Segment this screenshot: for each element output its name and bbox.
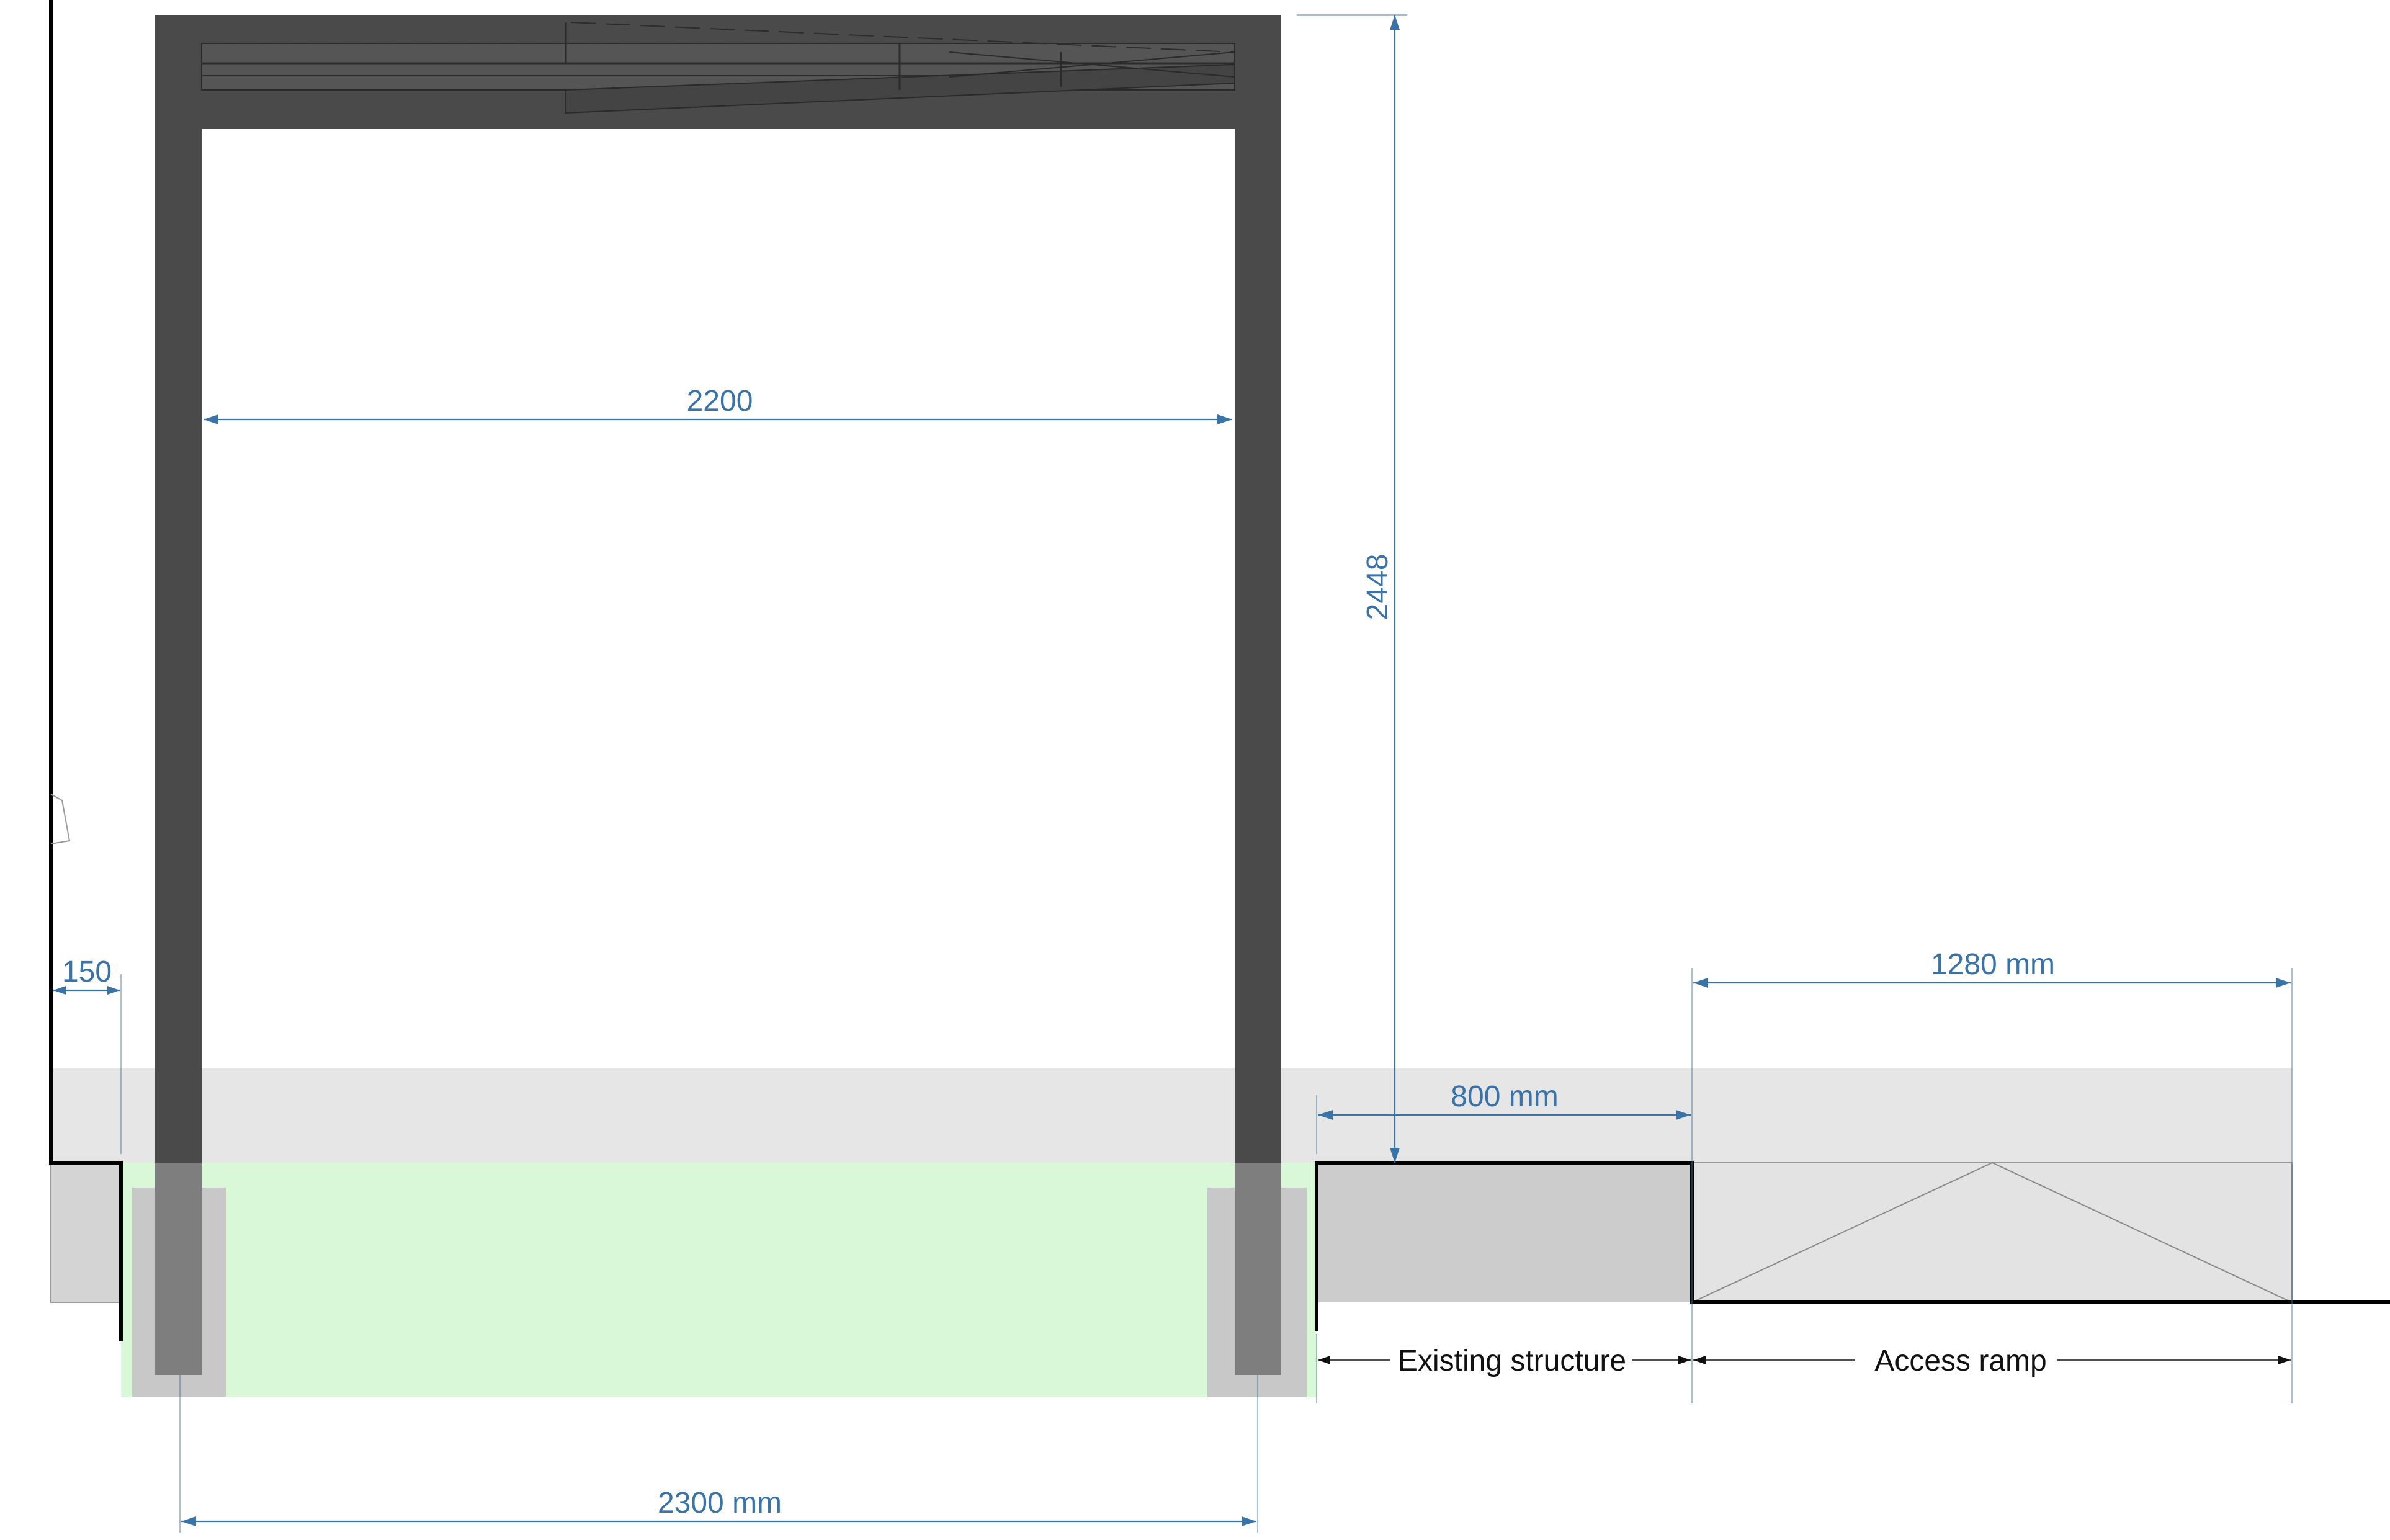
dimension-wall-offset-label: 150 bbox=[62, 956, 112, 988]
ground-band bbox=[51, 1068, 2292, 1163]
section-drawing: 2200 2448 150 2300 mm 800 mm 1280 mm Exi… bbox=[49, 0, 2390, 1533]
dimension-footing-span: 2300 mm bbox=[179, 1375, 1258, 1533]
label-access-ramp: Access ramp bbox=[1693, 1345, 2291, 1377]
dimension-footing-span-label: 2300 mm bbox=[658, 1487, 782, 1520]
dimension-existing-depth-label: 800 mm bbox=[1451, 1080, 1558, 1113]
label-existing-structure-text: Existing structure bbox=[1398, 1345, 1626, 1377]
dimension-clear-height-label: 2448 bbox=[1361, 554, 1394, 620]
roof-beam bbox=[155, 15, 1281, 129]
access-ramp-block bbox=[1691, 1162, 2293, 1303]
left-post bbox=[155, 15, 202, 1163]
dimension-clear-width: 2200 bbox=[204, 385, 1232, 424]
right-post bbox=[1235, 15, 1281, 1163]
left-wall-block bbox=[50, 1162, 122, 1303]
foundation-zone bbox=[121, 1163, 1317, 1397]
label-access-ramp-text: Access ramp bbox=[1874, 1345, 2046, 1377]
existing-structure-block bbox=[1317, 1163, 1692, 1302]
label-existing-structure: Existing structure bbox=[1316, 1334, 1691, 1403]
dimension-clear-height: 2448 bbox=[1297, 14, 1407, 1163]
right-post-embedded bbox=[1235, 1163, 1281, 1375]
dimension-clear-width-label: 2200 bbox=[687, 385, 753, 418]
dimension-ramp-length-label: 1280 mm bbox=[1931, 948, 2055, 981]
left-post-embedded bbox=[155, 1163, 202, 1375]
door-mark bbox=[50, 794, 71, 844]
